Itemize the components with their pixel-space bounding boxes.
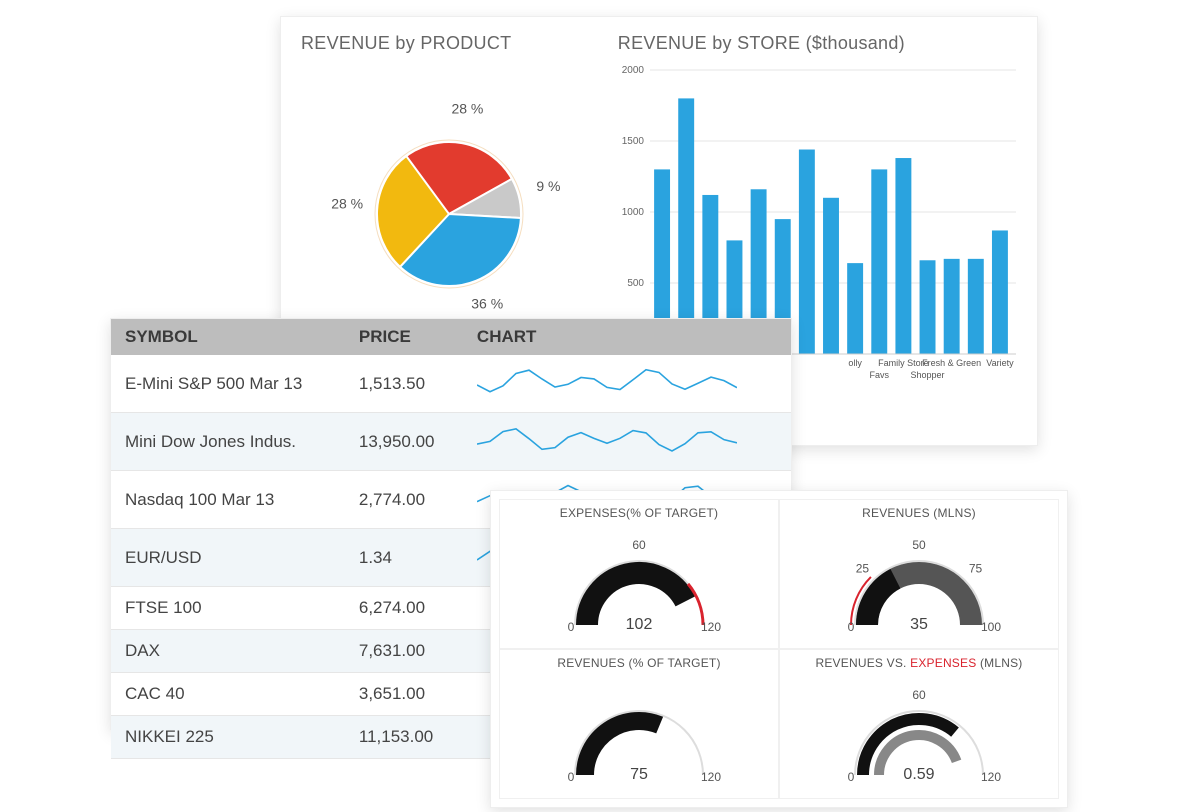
revenue-by-product-pie: 28 % 9 % 36 % 28 % xyxy=(299,64,599,344)
cell-symbol: EUR/USD xyxy=(111,529,345,587)
gauge-title: REVENUES (% OF TARGET) xyxy=(500,656,778,670)
svg-text:Variety: Variety xyxy=(986,358,1014,368)
svg-text:75: 75 xyxy=(630,766,648,783)
svg-text:120: 120 xyxy=(701,770,721,784)
cell-price: 1.34 xyxy=(345,529,463,587)
cell-symbol: CAC 40 xyxy=(111,673,345,716)
svg-text:500: 500 xyxy=(627,278,644,289)
svg-text:0: 0 xyxy=(848,770,855,784)
svg-text:Family Store: Family Store xyxy=(878,358,929,368)
svg-text:0: 0 xyxy=(568,770,575,784)
svg-text:0.59: 0.59 xyxy=(903,766,934,783)
gauge-title-part: REVENUES VS. xyxy=(815,656,910,670)
col-symbol: SYMBOL xyxy=(111,319,345,355)
svg-text:35: 35 xyxy=(910,616,928,633)
svg-text:1000: 1000 xyxy=(622,207,645,218)
cell-price: 3,651.00 xyxy=(345,673,463,716)
cell-price: 7,631.00 xyxy=(345,630,463,673)
cell-symbol: Mini Dow Jones Indus. xyxy=(111,413,345,471)
svg-text:36 %: 36 % xyxy=(471,296,503,312)
cell-sparkline xyxy=(463,355,791,413)
gauge-expenses-pct: EXPENSES(% OF TARGET) 60 0 120 102 xyxy=(499,499,779,649)
gauge-title-accent: EXPENSES xyxy=(910,656,976,670)
svg-text:28 %: 28 % xyxy=(331,195,363,211)
svg-text:1500: 1500 xyxy=(622,136,645,147)
cell-symbol: DAX xyxy=(111,630,345,673)
col-chart: CHART xyxy=(463,319,791,355)
gauge-revenues-mlns: REVENUES (MLNS) 25 50 75 0 100 35 xyxy=(779,499,1059,649)
svg-text:Fresh & Green: Fresh & Green xyxy=(922,358,981,368)
gauge-title: REVENUES VS. EXPENSES (MLNS) xyxy=(780,656,1058,670)
gauge-title-part: (MLNS) xyxy=(976,656,1022,670)
cell-price: 6,274.00 xyxy=(345,587,463,630)
cell-price: 2,774.00 xyxy=(345,471,463,529)
cell-sparkline xyxy=(463,413,791,471)
cell-symbol: E-Mini S&P 500 Mar 13 xyxy=(111,355,345,413)
cell-symbol: NIKKEI 225 xyxy=(111,716,345,759)
svg-text:120: 120 xyxy=(701,620,721,634)
cell-symbol: Nasdaq 100 Mar 13 xyxy=(111,471,345,529)
svg-text:60: 60 xyxy=(632,538,646,552)
svg-text:0: 0 xyxy=(568,620,575,634)
svg-text:0: 0 xyxy=(848,620,855,634)
gauge-title: EXPENSES(% OF TARGET) xyxy=(500,506,778,520)
svg-text:olly: olly xyxy=(848,358,862,368)
svg-text:50: 50 xyxy=(912,538,926,552)
gauges-panel: EXPENSES(% OF TARGET) 60 0 120 102 REVENUES… xyxy=(490,490,1068,808)
svg-text:102: 102 xyxy=(626,616,653,633)
svg-text:25: 25 xyxy=(856,561,870,575)
bar-chart-title: REVENUE by STORE ($thousand) xyxy=(618,33,1019,54)
cell-price: 13,950.00 xyxy=(345,413,463,471)
table-row[interactable]: Mini Dow Jones Indus.13,950.00 xyxy=(111,413,791,471)
svg-text:Shopper: Shopper xyxy=(910,370,944,380)
svg-text:9 %: 9 % xyxy=(536,178,560,194)
col-price: PRICE xyxy=(345,319,463,355)
cell-symbol: FTSE 100 xyxy=(111,587,345,630)
svg-text:60: 60 xyxy=(912,688,926,702)
pie-chart-title: REVENUE by PRODUCT xyxy=(301,33,616,54)
svg-text:Favs: Favs xyxy=(869,370,889,380)
gauge-revenues-pct: REVENUES (% OF TARGET) 0 120 75 xyxy=(499,649,779,799)
svg-text:2000: 2000 xyxy=(622,65,645,76)
svg-text:75: 75 xyxy=(969,561,983,575)
svg-text:100: 100 xyxy=(981,620,1001,634)
cell-price: 11,153.00 xyxy=(345,716,463,759)
gauge-title: REVENUES (MLNS) xyxy=(780,506,1058,520)
svg-text:28 %: 28 % xyxy=(451,101,483,117)
gauge-rev-vs-exp: REVENUES VS. EXPENSES (MLNS) 60 0 120 0.59 xyxy=(779,649,1059,799)
cell-price: 1,513.50 xyxy=(345,355,463,413)
table-row[interactable]: E-Mini S&P 500 Mar 131,513.50 xyxy=(111,355,791,413)
svg-text:120: 120 xyxy=(981,770,1001,784)
